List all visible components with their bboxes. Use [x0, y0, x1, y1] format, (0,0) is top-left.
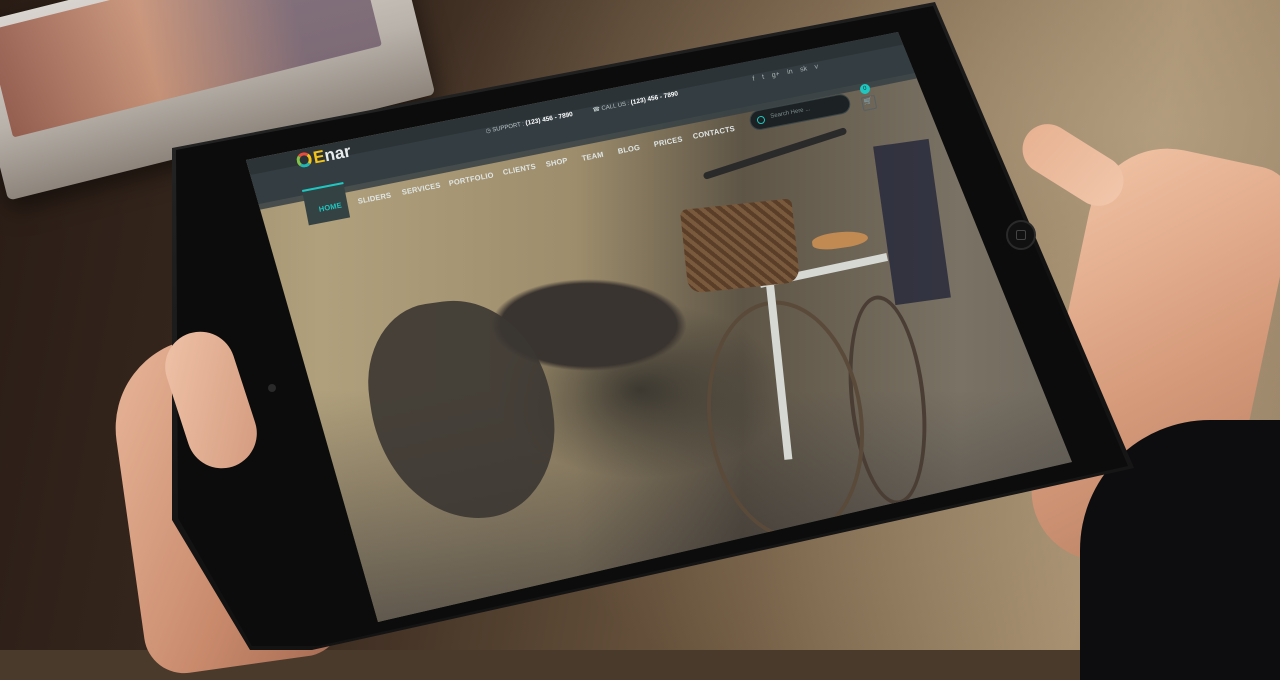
linkedin-icon[interactable]: in	[787, 68, 794, 76]
home-button[interactable]	[1006, 220, 1036, 250]
call-contact: ☎ CALL US : (123) 456 - 7890	[592, 90, 679, 114]
social-links: f t g+ in sk v	[752, 63, 819, 83]
skype-icon[interactable]: sk	[800, 65, 808, 73]
front-camera	[268, 384, 276, 392]
nav-home[interactable]: HOME	[318, 201, 343, 214]
nav-services[interactable]: SERVICES	[401, 180, 441, 196]
tablet: Enar ◷ SUPPORT : (123) 456 - 7890 ☎ CALL…	[0, 0, 1280, 650]
nav-prices[interactable]: PRICES	[653, 134, 683, 148]
cart-icon[interactable]	[860, 94, 878, 112]
cart-count-badge: 0	[859, 83, 871, 95]
facebook-icon[interactable]: f	[752, 76, 755, 83]
twitter-icon[interactable]: t	[762, 74, 765, 81]
support-contact: ◷ SUPPORT : (123) 456 - 7890	[485, 111, 574, 135]
nav-contacts[interactable]: CONTACTS	[692, 124, 736, 141]
google-plus-icon[interactable]: g+	[771, 71, 780, 79]
nav-clients[interactable]: CLIENTS	[502, 162, 537, 177]
nav-portfolio[interactable]: PORTFOLIO	[448, 170, 494, 188]
vimeo-icon[interactable]: v	[814, 63, 819, 71]
nav-team[interactable]: TEAM	[581, 150, 604, 163]
support-phone[interactable]: (123) 456 - 7890	[525, 111, 574, 127]
logo-ring-icon	[295, 151, 313, 169]
call-phone[interactable]: (123) 456 - 7890	[630, 90, 679, 106]
nav-blog[interactable]: BLOG	[617, 143, 641, 156]
nav-shop[interactable]: SHOP	[545, 156, 568, 169]
nav-sliders[interactable]: SLIDERS	[357, 191, 392, 206]
